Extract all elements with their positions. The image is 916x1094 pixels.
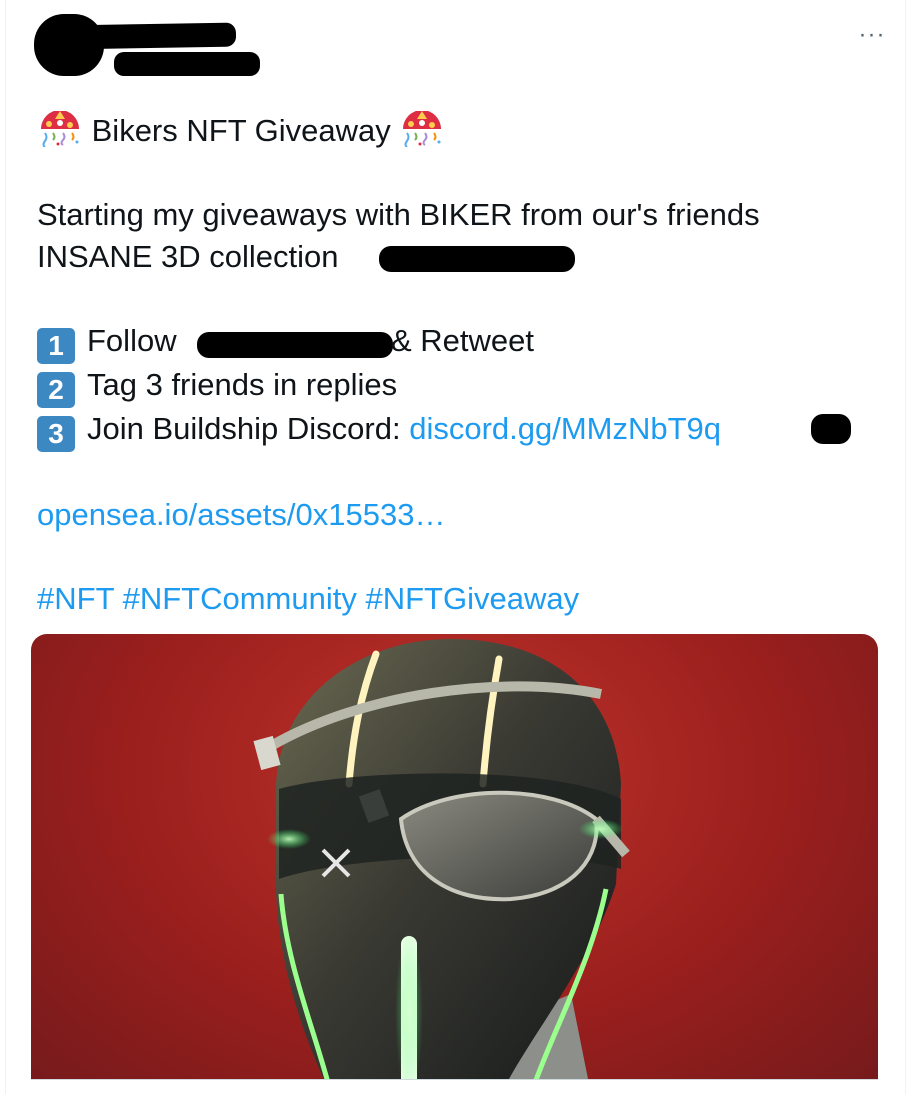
keycap-1-icon: 1 [37, 328, 75, 364]
hashtags: #NFT #NFTCommunity #NFTGiveaway [37, 578, 887, 620]
intro-line-2: INSANE 3D collection [37, 236, 887, 278]
opensea-line: opensea.io/assets/0x15533… [37, 494, 887, 536]
step-3: 3 Join Buildship Discord: discord.gg/MMzN… [37, 408, 887, 452]
redacted-mention[interactable] [379, 246, 575, 272]
hashtag-nft[interactable]: #NFT [37, 581, 114, 616]
keycap-3-icon: 3 [37, 416, 75, 452]
redacted-link-end [811, 414, 851, 444]
step-2-text: Tag 3 friends in replies [87, 367, 398, 402]
hashtag-nftgiveaway[interactable]: #NFTGiveaway [365, 581, 579, 616]
step-1: 1 Follow & Retweet [37, 320, 887, 364]
biker-helmet-illustration [253, 639, 630, 1094]
hashtag-nftcommunity[interactable]: #NFTCommunity [123, 581, 357, 616]
step-3-text: Join Buildship Discord: [87, 411, 410, 446]
tweet-media-image[interactable] [31, 634, 878, 1094]
discord-link[interactable]: discord.gg/MMzNbT9q [409, 411, 721, 446]
step-2: 2 Tag 3 friends in replies [37, 364, 887, 408]
tweet-title-line: Bikers NFT Giveaway [37, 110, 887, 152]
confetti-ball-icon [399, 110, 445, 148]
intro-line-2-text: INSANE 3D collection [37, 239, 339, 274]
more-options-icon[interactable]: ··· [852, 20, 892, 50]
tweet-text: Bikers NFT Giveaway Starting my giveaway… [37, 110, 887, 620]
redacted-follow-mention[interactable] [197, 332, 393, 358]
step-1-suffix: & Retweet [391, 323, 535, 358]
intro-line-1: Starting my giveaways with BIKER from ou… [37, 197, 760, 232]
tweet-title: Bikers NFT Giveaway [91, 113, 391, 148]
step-1-text: Follow [87, 323, 177, 358]
opensea-link[interactable]: opensea.io/assets/0x15533… [37, 497, 445, 532]
redacted-handle [114, 52, 260, 76]
confetti-ball-icon [37, 110, 83, 148]
redacted-display-name [65, 22, 237, 50]
keycap-2-icon: 2 [37, 372, 75, 408]
media-bottom-edge [31, 1079, 878, 1094]
